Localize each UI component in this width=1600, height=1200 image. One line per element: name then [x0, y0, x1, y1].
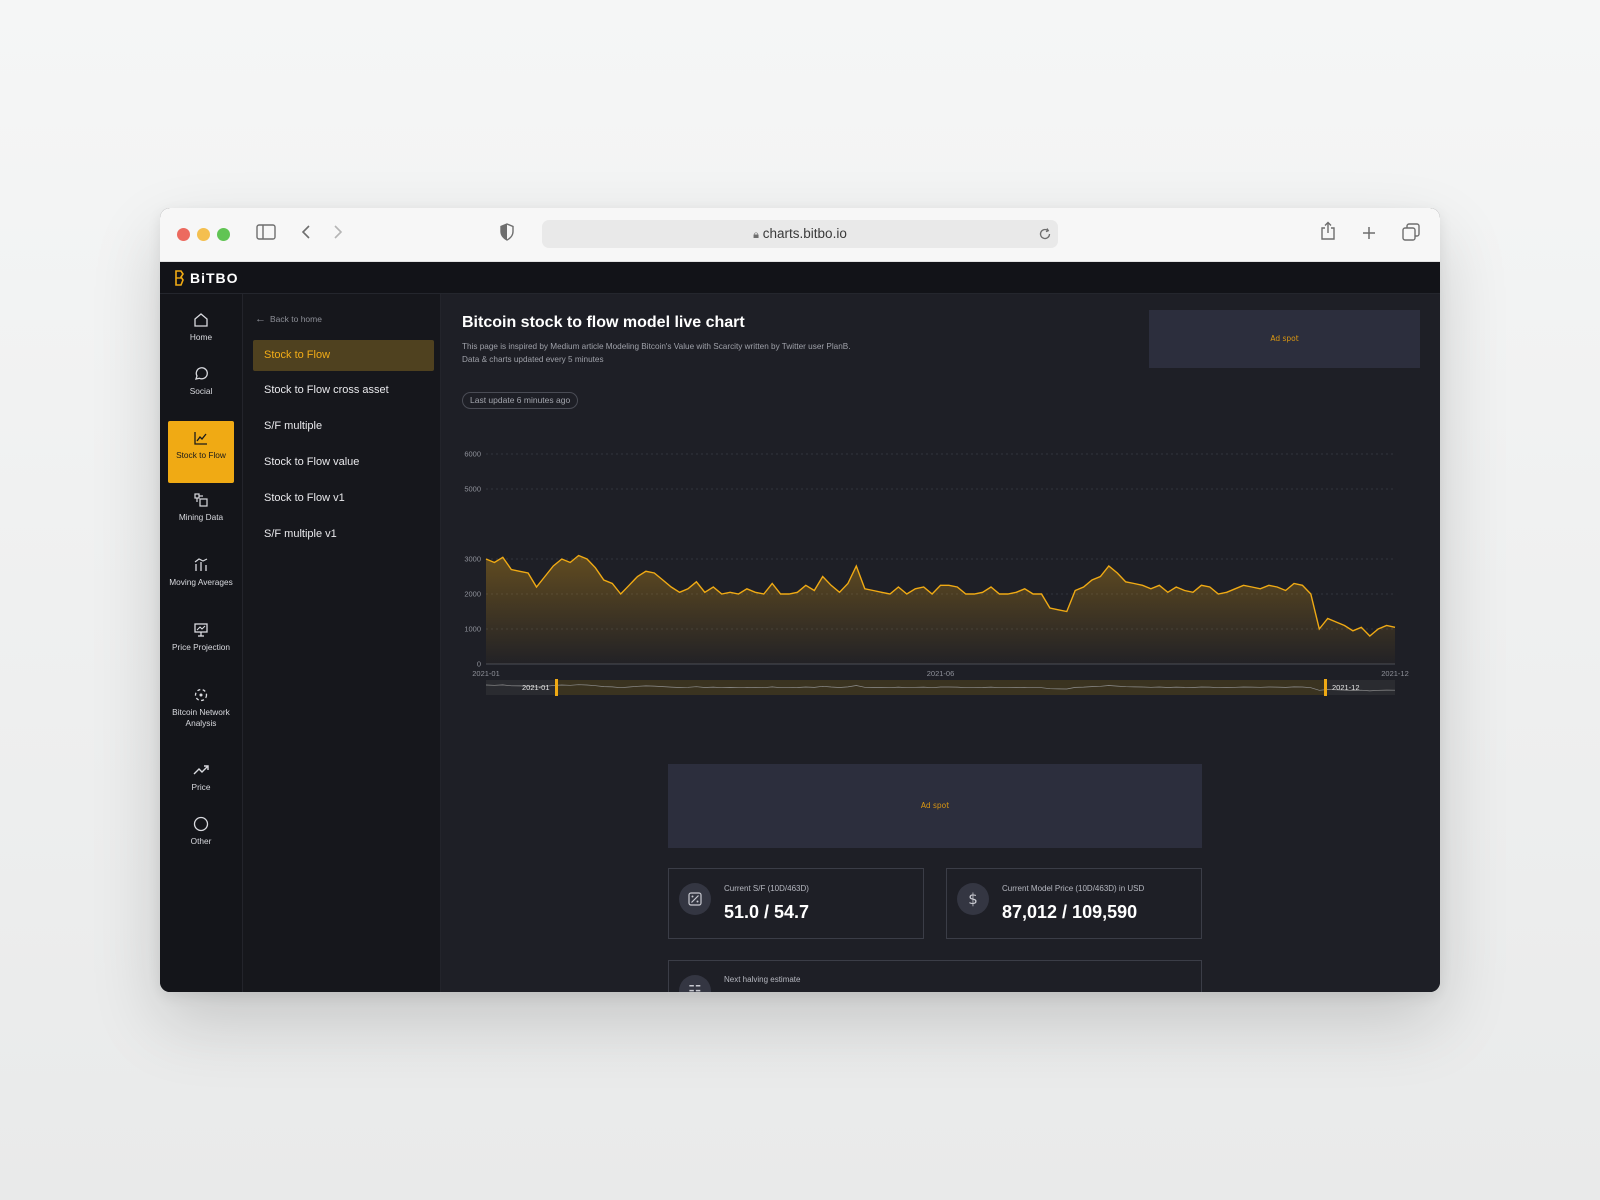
- back-to-home-link[interactable]: ← Back to home: [255, 313, 322, 325]
- current-sf-label: Current S/F (10D/463D): [724, 884, 809, 893]
- dollar-icon: $: [957, 883, 989, 915]
- series-area: [486, 555, 1395, 664]
- update-frequency-note: Data & charts updated every 5 minutes: [462, 355, 604, 364]
- y-tick-label: 0: [477, 660, 481, 669]
- y-tick-label: 2000: [464, 590, 481, 599]
- icon-rail: Home Social Stock to Flow Mining Data Mo…: [160, 294, 242, 992]
- sf-ratio-icon: [679, 883, 711, 915]
- x-tick-label: 2021-01: [472, 669, 500, 678]
- navigator-selection[interactable]: [557, 680, 1325, 695]
- current-sf-value: 51.0 / 54.7: [724, 902, 810, 922]
- trending-up-icon: [193, 765, 209, 775]
- next-halving-label: Next halving estimate: [724, 975, 801, 984]
- bitbo-logo-icon[interactable]: [174, 270, 184, 290]
- rail-item-bitcoin-network-analysis[interactable]: Bitcoin Network Analysis: [168, 687, 234, 728]
- forward-arrow-icon[interactable]: [332, 224, 344, 244]
- x-tick-label: 2021-12: [1381, 669, 1409, 678]
- url-text: 🔒︎ charts.bitbo.io: [753, 226, 847, 241]
- reload-icon[interactable]: [1038, 226, 1052, 245]
- arrow-left-icon: ←: [255, 313, 266, 325]
- current-model-price-value: 87,012 / 109,590: [1002, 902, 1138, 922]
- range-navigator[interactable]: 2021-01 2021-12: [485, 679, 1396, 696]
- maximize-window-button[interactable]: [217, 228, 230, 241]
- main-content: Bitcoin stock to flow model live chart T…: [441, 294, 1440, 992]
- moving-averages-icon: [194, 558, 208, 571]
- sidebar-toggle-icon[interactable]: [256, 224, 276, 244]
- line-chart-icon: [194, 432, 207, 445]
- rail-item-other[interactable]: Other: [168, 816, 234, 847]
- back-arrow-icon[interactable]: [300, 224, 312, 244]
- page-title: Bitcoin stock to flow model live chart: [462, 314, 745, 331]
- rail-item-moving-averages[interactable]: Moving Averages: [168, 557, 234, 588]
- rail-item-price-projection[interactable]: Price Projection: [168, 622, 234, 653]
- subnav-item-sf-multiple-v1[interactable]: S/F multiple v1: [253, 519, 434, 550]
- address-bar[interactable]: 🔒︎ charts.bitbo.io: [542, 220, 1058, 248]
- share-icon[interactable]: [1320, 221, 1336, 245]
- shield-icon[interactable]: [499, 223, 515, 245]
- current-sf-card: Current S/F (10D/463D) 51.0 / 54.7: [668, 868, 924, 939]
- navigator-left-handle[interactable]: [555, 679, 558, 696]
- app-header: BiTBO: [160, 262, 1440, 294]
- lock-icon: 🔒︎: [753, 229, 760, 241]
- subnav-item-stock-to-flow-value[interactable]: Stock to Flow value: [253, 447, 434, 478]
- ad-spot-middle[interactable]: Ad spot: [668, 764, 1202, 848]
- rail-item-mining-data[interactable]: Mining Data: [168, 492, 234, 523]
- rail-item-social[interactable]: Social: [168, 366, 234, 397]
- minimize-window-button[interactable]: [197, 228, 210, 241]
- current-model-price-card: $ Current Model Price (10D/463D) in USD …: [946, 868, 1202, 939]
- navigator-end-label: 2021-12: [1332, 683, 1360, 692]
- brand-name[interactable]: BiTBO: [190, 270, 239, 286]
- next-halving-card: ☷ Next halving estimate: [668, 960, 1202, 992]
- browser-toolbar: 🔒︎ charts.bitbo.io: [160, 208, 1440, 262]
- subnav-item-stock-to-flow-v1[interactable]: Stock to Flow v1: [253, 483, 434, 514]
- current-model-price-label: Current Model Price (10D/463D) in USD: [1002, 884, 1145, 893]
- presentation-chart-icon: [194, 623, 208, 637]
- mining-icon: [194, 493, 208, 507]
- subnav-item-sf-multiple[interactable]: S/F multiple: [253, 411, 434, 442]
- browser-window: 🔒︎ charts.bitbo.io BiTBO Home Social Sto…: [160, 208, 1440, 992]
- rail-item-stock-to-flow[interactable]: Stock to Flow: [168, 421, 234, 483]
- rail-item-home[interactable]: Home: [168, 312, 234, 343]
- close-window-button[interactable]: [177, 228, 190, 241]
- calendar-icon: ☷: [679, 975, 711, 992]
- ad-spot-top[interactable]: Ad spot: [1149, 310, 1420, 368]
- y-tick-label: 3000: [464, 555, 481, 564]
- navigator-start-label: 2021-01: [522, 683, 550, 692]
- tab-overview-icon[interactable]: [1402, 223, 1420, 245]
- new-tab-icon[interactable]: [1362, 225, 1376, 244]
- last-update-badge: Last update 6 minutes ago: [462, 392, 579, 409]
- sub-navigation: ← Back to home Stock to Flow Stock to Flo…: [242, 294, 441, 992]
- y-tick-label: 5000: [464, 485, 481, 494]
- home-icon: [194, 313, 208, 327]
- circle-icon: [193, 816, 209, 832]
- subnav-item-stock-to-flow[interactable]: Stock to Flow: [253, 340, 434, 371]
- navigator-right-handle[interactable]: [1324, 679, 1327, 696]
- y-tick-label: 6000: [464, 450, 481, 459]
- x-tick-label: 2021-06: [927, 669, 955, 678]
- page-description: This page is inspired by Medium article …: [462, 342, 851, 351]
- network-icon: [194, 688, 208, 702]
- subnav-item-stock-to-flow-cross-asset[interactable]: Stock to Flow cross asset: [253, 375, 434, 406]
- stock-to-flow-chart[interactable]: 0100020003000500060002021-01 2021-06 2021-…: [441, 434, 1440, 724]
- y-tick-label: 1000: [464, 625, 481, 634]
- rail-item-price[interactable]: Price: [168, 762, 234, 793]
- chat-bubble-icon: [195, 367, 208, 380]
